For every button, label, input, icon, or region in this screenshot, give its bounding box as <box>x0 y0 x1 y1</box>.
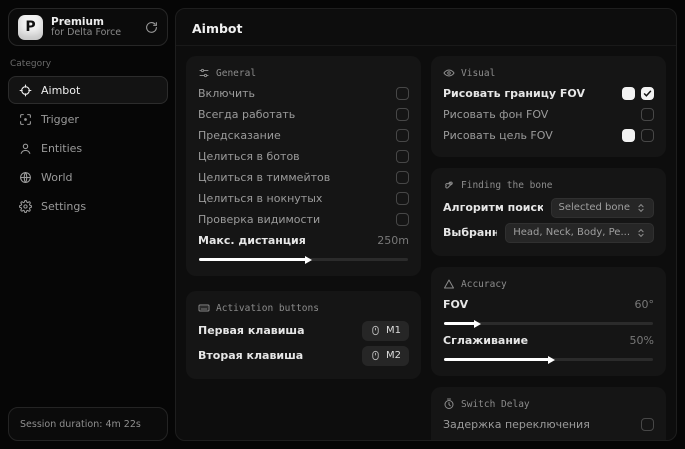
sidebar-item-settings[interactable]: Settings <box>8 192 168 220</box>
switch-delay-value: 1000 ms <box>606 439 654 440</box>
fov-slider[interactable] <box>444 322 653 325</box>
sidebar-item-label: World <box>41 171 73 184</box>
checkbox-switch-delay[interactable] <box>641 418 654 431</box>
checkbox-target-teammates[interactable] <box>396 171 409 184</box>
accuracy-card: Accuracy FOV 60° Сглаживание 50% <box>431 267 666 376</box>
logo: P <box>18 15 43 40</box>
mouse-icon <box>370 325 381 336</box>
eye-icon <box>443 67 455 79</box>
switch-delay-card: Switch Delay Задержка переключения Задер… <box>431 387 666 440</box>
toggle-row: Включить <box>198 83 409 104</box>
visual-card: Visual Рисовать границу FOV Рисовать <box>431 56 666 157</box>
checkbox-draw-fov-background[interactable] <box>641 108 654 121</box>
product-subtitle: for Delta Force <box>51 28 137 39</box>
sidebar-item-label: Settings <box>41 200 86 213</box>
toggle-row: Целиться в ботов <box>198 146 409 167</box>
slider-row: Задержка переключения (мс) 1000 ms <box>443 435 654 440</box>
color-swatch-fov-border[interactable] <box>622 87 635 100</box>
crosshair-icon <box>19 84 32 97</box>
chevrons-up-down-icon <box>636 228 646 238</box>
keybind-button-secondary[interactable]: M2 <box>362 346 409 366</box>
checkbox-target-knocked[interactable] <box>396 192 409 205</box>
selected-bones-select[interactable]: Head, Neck, Body, Pe... <box>505 223 654 243</box>
checkbox-always-work[interactable] <box>396 108 409 121</box>
gear-icon <box>19 200 32 213</box>
product-card: P Premium for Delta Force <box>8 8 168 46</box>
chevrons-up-down-icon <box>636 203 646 213</box>
checkbox-prediction[interactable] <box>396 129 409 142</box>
session-duration: Session duration: 4m 22s <box>8 407 168 441</box>
sidebar: P Premium for Delta Force Category Aimbo… <box>8 8 168 441</box>
visual-row: Рисовать цель FOV <box>443 125 654 146</box>
visual-row: Рисовать фон FOV <box>443 104 654 125</box>
max-distance-value: 250m <box>377 234 409 247</box>
section-title: Activation buttons <box>216 303 319 314</box>
sidebar-item-label: Aimbot <box>41 84 80 97</box>
page-header: Aimbot <box>176 9 676 46</box>
sidebar-item-entities[interactable]: Entities <box>8 134 168 162</box>
sidebar-item-trigger[interactable]: Trigger <box>8 105 168 133</box>
checkbox-draw-fov-target[interactable] <box>641 129 654 142</box>
entities-icon <box>19 142 32 155</box>
bone-icon <box>443 179 455 191</box>
sidebar-item-world[interactable]: World <box>8 163 168 191</box>
smoothing-value: 50% <box>630 334 654 347</box>
sidebar-item-label: Entities <box>41 142 82 155</box>
check-icon <box>643 89 652 98</box>
color-swatch-fov-target[interactable] <box>622 129 635 142</box>
mouse-icon <box>370 350 381 361</box>
globe-icon <box>19 171 32 184</box>
section-title: Accuracy <box>461 279 507 290</box>
toggle-row: Предсказание <box>198 125 409 146</box>
keybind-row: Первая клавиша M1 <box>198 318 409 343</box>
keyboard-icon <box>198 302 210 314</box>
keybind-button-primary[interactable]: M1 <box>362 321 409 341</box>
checkbox-visibility-check[interactable] <box>396 213 409 226</box>
fov-value: 60° <box>635 298 655 311</box>
triangle-icon <box>443 278 455 290</box>
refresh-icon[interactable] <box>145 21 158 34</box>
keybind-row: Вторая клавиша M2 <box>198 343 409 368</box>
toggle-row: Целиться в тиммейтов <box>198 167 409 188</box>
trigger-icon <box>19 113 32 126</box>
smoothing-slider[interactable] <box>444 358 653 361</box>
dropdown-row: Алгоритм поиска костей Selected bone <box>443 195 654 220</box>
checkbox-draw-fov-border[interactable] <box>641 87 654 100</box>
toggle-row: Целиться в нокнутых <box>198 188 409 209</box>
general-card: General Включить Всегда работать Предска… <box>186 56 421 276</box>
sliders-icon <box>198 67 210 79</box>
section-title: Switch Delay <box>461 399 530 410</box>
visual-row: Рисовать границу FOV <box>443 83 654 104</box>
section-title: General <box>216 68 256 79</box>
clock-icon <box>443 398 455 410</box>
bones-card: Finding the bone Алгоритм поиска костей … <box>431 168 666 256</box>
checkbox-target-bots[interactable] <box>396 150 409 163</box>
section-title: Finding the bone <box>461 180 553 191</box>
dropdown-row: Выбранные кости Head, Neck, Body, Pe... <box>443 220 654 245</box>
sidebar-item-aimbot[interactable]: Aimbot <box>8 76 168 104</box>
toggle-row: Проверка видимости <box>198 209 409 230</box>
max-distance-slider[interactable] <box>199 258 408 261</box>
slider-row: Сглаживание 50% <box>443 330 654 351</box>
main-panel: Aimbot General Включить <box>175 8 677 441</box>
page-title: Aimbot <box>192 21 660 36</box>
category-label: Category <box>10 59 166 69</box>
sidebar-nav: Aimbot Trigger Entities <box>8 76 168 220</box>
section-title: Visual <box>461 68 495 79</box>
slider-row: Макс. дистанция 250m <box>198 230 409 251</box>
product-title: Premium <box>51 16 137 28</box>
sidebar-item-label: Trigger <box>41 113 79 126</box>
toggle-row: Всегда работать <box>198 104 409 125</box>
bone-algorithm-select[interactable]: Selected bone <box>551 198 654 218</box>
checkbox-enable[interactable] <box>396 87 409 100</box>
slider-row: FOV 60° <box>443 294 654 315</box>
toggle-row: Задержка переключения <box>443 414 654 435</box>
activation-card: Activation buttons Первая клавиша M1 <box>186 291 421 379</box>
